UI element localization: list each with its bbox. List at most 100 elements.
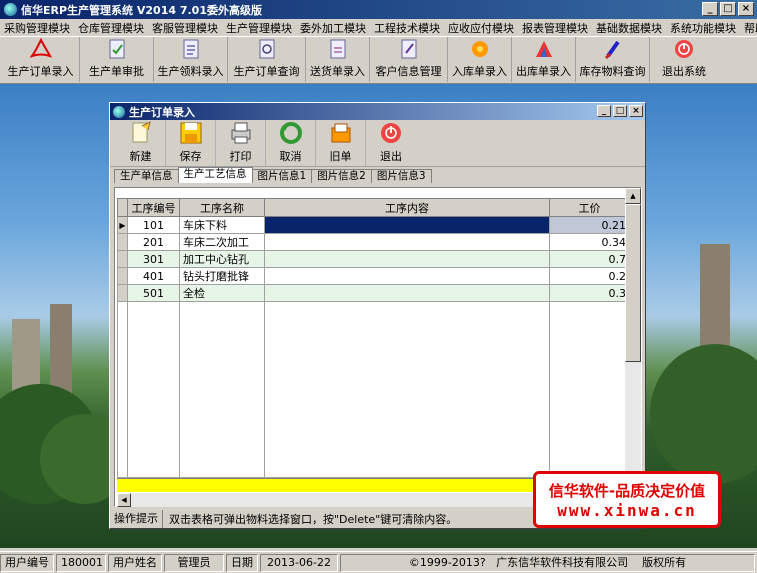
production-order-window: 生产订单录入 _ □ × 新建 保存 打印 取消 旧单 退出 生产单信息 生产工… (109, 102, 646, 529)
cell-name[interactable]: 车床二次加工 (179, 233, 265, 251)
new-button[interactable]: 新建 (116, 120, 166, 166)
process-table: 工序编号 工序名称 工序内容 工价 ▶ 101 车床下料 0.21 201 车床… (117, 198, 630, 478)
save-button[interactable]: 保存 (166, 120, 216, 166)
toolbar-stock-in-entry[interactable]: 入库单录入 (448, 37, 512, 82)
save-icon (180, 122, 201, 144)
column-header-price[interactable]: 工价 (549, 198, 630, 217)
row-indicator (117, 233, 128, 251)
cell-code[interactable]: 401 (127, 267, 180, 285)
maximize-button[interactable]: □ (720, 2, 736, 16)
toolbar-label: 客户信息管理 (375, 65, 442, 78)
cell-content[interactable] (264, 250, 550, 268)
toolbar-material-requisition[interactable]: 生产领料录入 (154, 37, 228, 82)
cell-price[interactable]: 0.34 (549, 233, 630, 251)
table-row[interactable]: 201 车床二次加工 0.34 (117, 233, 630, 251)
child-title-bar: 生产订单录入 _ □ × (110, 103, 645, 120)
child-maximize-button[interactable]: □ (613, 105, 627, 117)
app-title: 信华ERP生产管理系统 V2014 7.01委外高级版 (21, 3, 262, 17)
column-header-content[interactable]: 工序内容 (264, 198, 550, 217)
scroll-left-icon[interactable]: ◀ (117, 493, 131, 507)
cell-code[interactable]: 301 (127, 250, 180, 268)
material-icon (183, 39, 198, 59)
toolbar-delivery-entry[interactable]: 送货单录入 (306, 37, 370, 82)
cell-price[interactable]: 0.2 (549, 267, 630, 285)
table-row[interactable]: 401 钻头打磨批锋 0.2 (117, 267, 630, 285)
process-grid: 工序编号 工序名称 工序内容 工价 ▶ 101 车床下料 0.21 201 车床… (114, 187, 642, 507)
status-bar: 用户编号 180001 用户姓名 管理员 日期 2013-06-22 ©1999… (0, 551, 757, 573)
cell-price[interactable]: 0.21 (549, 216, 630, 234)
toolbar-exit-system[interactable]: 退出系统 (650, 37, 718, 82)
exit-button[interactable]: 退出 (366, 120, 416, 166)
scroll-thumb[interactable] (625, 204, 641, 362)
cell-name[interactable]: 车床下料 (179, 216, 265, 234)
cell-code[interactable]: 201 (127, 233, 180, 251)
customer-icon (401, 39, 416, 59)
menu-warehouse[interactable]: 仓库管理模块 (74, 20, 148, 36)
menu-receivable-payable[interactable]: 应收应付模块 (444, 20, 518, 36)
query-icon (259, 39, 274, 59)
cell-code[interactable]: 501 (127, 284, 180, 302)
cell-content[interactable] (264, 267, 550, 285)
cancel-button[interactable]: 取消 (266, 120, 316, 166)
status-date-label: 日期 (226, 553, 258, 572)
menu-engineering[interactable]: 工程技术模块 (370, 20, 444, 36)
vertical-scrollbar[interactable]: ▲ ▼ (625, 188, 641, 492)
current-row-indicator: ▶ (117, 216, 128, 234)
child-minimize-button[interactable]: _ (597, 105, 611, 117)
column-header-name[interactable]: 工序名称 (179, 198, 265, 217)
old-order-button[interactable]: 旧单 (316, 120, 366, 166)
table-row[interactable]: ▶ 101 车床下料 0.21 (117, 216, 630, 234)
logo-url: www.xinwa.cn (557, 500, 697, 520)
toolbar-customer-management[interactable]: 客户信息管理 (370, 37, 448, 82)
tab-process-info[interactable]: 生产工艺信息 (177, 167, 253, 183)
menu-system[interactable]: 系统功能模块 (666, 20, 740, 36)
empty-cell (117, 301, 128, 478)
status-user-name-label: 用户姓名 (108, 553, 162, 572)
empty-cell (127, 301, 180, 478)
minimize-button[interactable]: _ (702, 2, 718, 16)
main-toolbar: 生产订单录入 生产单审批 生产领料录入 生产订单查询 送货单录入 客户信息管理 … (0, 37, 757, 84)
toolbar-order-query[interactable]: 生产订单查询 (228, 37, 306, 82)
scroll-up-icon[interactable]: ▲ (625, 188, 641, 204)
table-row[interactable]: 501 全检 0.3 (117, 284, 630, 302)
menu-customer-service[interactable]: 客服管理模块 (148, 20, 222, 36)
menu-production[interactable]: 生产管理模块 (222, 20, 296, 36)
toolbar-production-order-entry[interactable]: 生产订单录入 (2, 37, 80, 82)
table-row[interactable]: 301 加工中心钻孔 0.7 (117, 250, 630, 268)
tab-image-3[interactable]: 图片信息3 (370, 169, 432, 183)
print-button[interactable]: 打印 (216, 120, 266, 166)
cell-price[interactable]: 0.3 (549, 284, 630, 302)
toolbar-label: 生产订单录入 (7, 65, 74, 78)
tab-image-2[interactable]: 图片信息2 (311, 169, 372, 183)
cell-price[interactable]: 0.7 (549, 250, 630, 268)
hint-label: 操作提示 (110, 510, 163, 528)
cell-content[interactable] (264, 284, 550, 302)
menu-outsourcing[interactable]: 委外加工模块 (296, 20, 370, 36)
empty-cell (179, 301, 265, 478)
cell-content[interactable] (264, 233, 550, 251)
status-user-name: 管理员 (164, 553, 224, 572)
menu-base-data[interactable]: 基础数据模块 (592, 20, 666, 36)
menu-help[interactable]: 帮助 (740, 20, 757, 36)
cell-name[interactable]: 加工中心钻孔 (179, 250, 265, 268)
toolbar-stock-out-entry[interactable]: 出库单录入 (512, 37, 576, 82)
new-icon (132, 121, 151, 143)
toolbar-label: 入库单录入 (452, 65, 507, 78)
tab-image-1[interactable]: 图片信息1 (251, 169, 313, 183)
tab-order-info[interactable]: 生产单信息 (114, 169, 179, 183)
cell-content-selected[interactable] (264, 216, 550, 234)
menu-purchase[interactable]: 采购管理模块 (0, 20, 74, 36)
pdf-icon (29, 38, 52, 58)
cell-name[interactable]: 钻头打磨批锋 (179, 267, 265, 285)
child-title: 生产订单录入 (129, 105, 195, 119)
cell-code[interactable]: 101 (127, 216, 180, 234)
close-button[interactable]: × (738, 2, 754, 16)
toolbar-production-approval[interactable]: 生产单审批 (80, 37, 154, 82)
toolbar-label: 退出系统 (662, 65, 706, 78)
toolbar-label: 生产领料录入 (157, 65, 224, 78)
column-header-code[interactable]: 工序编号 (127, 198, 180, 217)
menu-reports[interactable]: 报表管理模块 (518, 20, 592, 36)
child-close-button[interactable]: × (629, 105, 643, 117)
cell-name[interactable]: 全检 (179, 284, 265, 302)
toolbar-inventory-query[interactable]: 库存物料查询 (576, 37, 650, 82)
